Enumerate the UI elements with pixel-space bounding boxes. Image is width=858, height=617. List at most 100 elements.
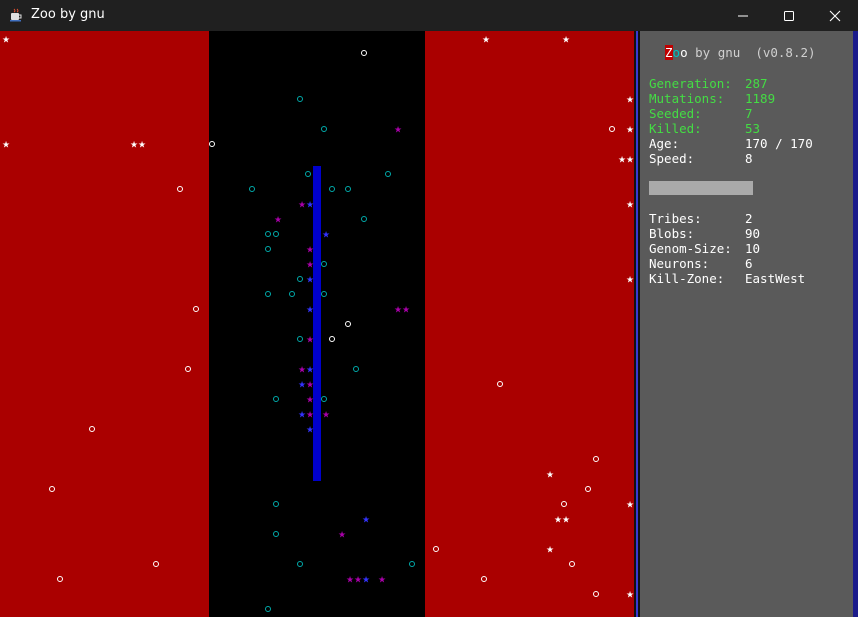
blob-magenta: ★ [346,576,354,586]
barrier-wall [313,166,321,481]
close-icon [829,10,841,21]
food-ring-cyan [265,231,271,237]
blob-blue: ★ [306,201,314,211]
food-ring-cyan [273,396,279,402]
star-white: ★ [546,546,554,556]
app-window: Zoo by gnu ★ ★ ★ ★ ★ ★ ★ ★ ★ ★ ★ ★ ★ ★ ★ ★ ★ ★ ★ ★ ★ ★ ★ ★ ★ ★ ★ ★ ★… [0,0,858,617]
window-right-border [853,31,858,617]
simulation-entities: ★ ★ ★★★ ★ ★★★ ★★★★★ ★★★★★★★★★★ ★★★★★★ ★★★ ★ ★★★★★★… [2,36,634,612]
food-ring-cyan [385,171,391,177]
blob-magenta: ★ [274,216,282,226]
star-white: ★ [482,36,490,46]
detail-kill-zone: Kill-Zone: EastWest [649,271,806,286]
food-ring-cyan [273,501,279,507]
age-progress-bar [649,181,753,195]
food-ring-white [209,141,215,147]
food-ring-white [329,336,335,342]
title-bar[interactable]: Zoo by gnu [0,0,858,31]
star-white: ★ [618,156,626,166]
food-ring-white [185,366,191,372]
blob-magenta: ★ [402,306,410,316]
food-ring-white [57,576,63,582]
blob-magenta: ★ [306,246,314,256]
blob-magenta: ★ [306,396,314,406]
app-name-version: Zoo by gnu (v0.8.2) [665,45,816,60]
blob-magenta: ★ [338,531,346,541]
star-white: ★ [546,471,554,481]
star-white: ★ [138,141,146,151]
food-ring-cyan [305,171,311,177]
food-ring-cyan [249,186,255,192]
food-ring-white [193,306,199,312]
food-ring-cyan [329,186,335,192]
food-ring-white [481,576,487,582]
minimize-button[interactable] [720,0,766,31]
food-ring-cyan [297,561,303,567]
stat-killed: Killed: 53 [649,121,761,136]
food-ring-cyan [297,336,303,342]
blob-blue: ★ [298,411,306,421]
simulation-canvas[interactable]: ★ ★ ★ ★ ★ ★ ★ ★ ★ ★ ★ ★ ★ ★ ★ ★ ★ ★ ★ ★ ★ ★ ★ ★ ★ ★ ★ ★ ★ ★ ★ ★ ★ ★ ★ ★ ★ ★ ★ ★… [0,31,634,617]
blob-magenta: ★ [394,126,402,136]
food-ring-white [89,426,95,432]
star-white: ★ [626,96,634,106]
blob-blue: ★ [298,381,306,391]
food-ring-white [609,126,615,132]
food-ring-white [585,486,591,492]
food-ring-cyan [265,606,271,612]
food-ring-cyan [353,366,359,372]
maximize-icon [784,10,794,21]
app-name-o2: o [680,45,688,60]
detail-neurons: Neurons: 6 [649,256,753,271]
food-ring-cyan [297,276,303,282]
blob-blue: ★ [306,276,314,286]
food-ring-cyan [289,291,295,297]
stat-seeded: Seeded: 7 [649,106,753,121]
app-name-rest: by gnu (v0.8.2) [687,45,816,60]
star-white: ★ [626,501,634,511]
blob-blue: ★ [322,231,330,241]
blob-magenta: ★ [298,366,306,376]
food-ring-white [49,486,55,492]
food-ring-cyan [265,291,271,297]
stat-age: Age: 170 / 170 [649,136,813,151]
food-ring-cyan [321,261,327,267]
food-ring-white [593,591,599,597]
star-white: ★ [554,516,562,526]
blob-blue: ★ [362,576,370,586]
detail-tribes: Tribes: 2 [649,211,753,226]
food-ring-cyan [273,531,279,537]
food-ring-cyan [265,246,271,252]
food-ring-white [153,561,159,567]
blob-blue: ★ [306,306,314,316]
food-ring-cyan [321,396,327,402]
stats-panel: Zoo by gnu (v0.8.2) Generation: 287 Mutat… [640,31,853,617]
blob-magenta: ★ [394,306,402,316]
food-ring-cyan [321,126,327,132]
food-ring-cyan [361,216,367,222]
food-ring-white [593,456,599,462]
blob-magenta: ★ [298,201,306,211]
star-white: ★ [626,591,634,601]
food-ring-white [497,381,503,387]
blob-magenta: ★ [354,576,362,586]
detail-genom-size: Genom-Size: 10 [649,241,761,256]
window-title: Zoo by gnu [31,7,105,22]
star-white: ★ [626,201,634,211]
java-cup-icon [10,8,22,22]
blob-blue: ★ [306,426,314,436]
close-button[interactable] [812,0,858,31]
food-ring-cyan [297,96,303,102]
star-white: ★ [2,36,10,46]
blob-blue: ★ [306,366,314,376]
maximize-button[interactable] [766,0,812,31]
food-ring-cyan [409,561,415,567]
star-white: ★ [562,36,570,46]
star-white: ★ [2,141,10,151]
star-white: ★ [562,516,570,526]
panel-divider-line [636,31,638,617]
app-name-o1: o [672,45,681,60]
food-ring-white [569,561,575,567]
star-white: ★ [626,276,634,286]
food-ring-white [177,186,183,192]
